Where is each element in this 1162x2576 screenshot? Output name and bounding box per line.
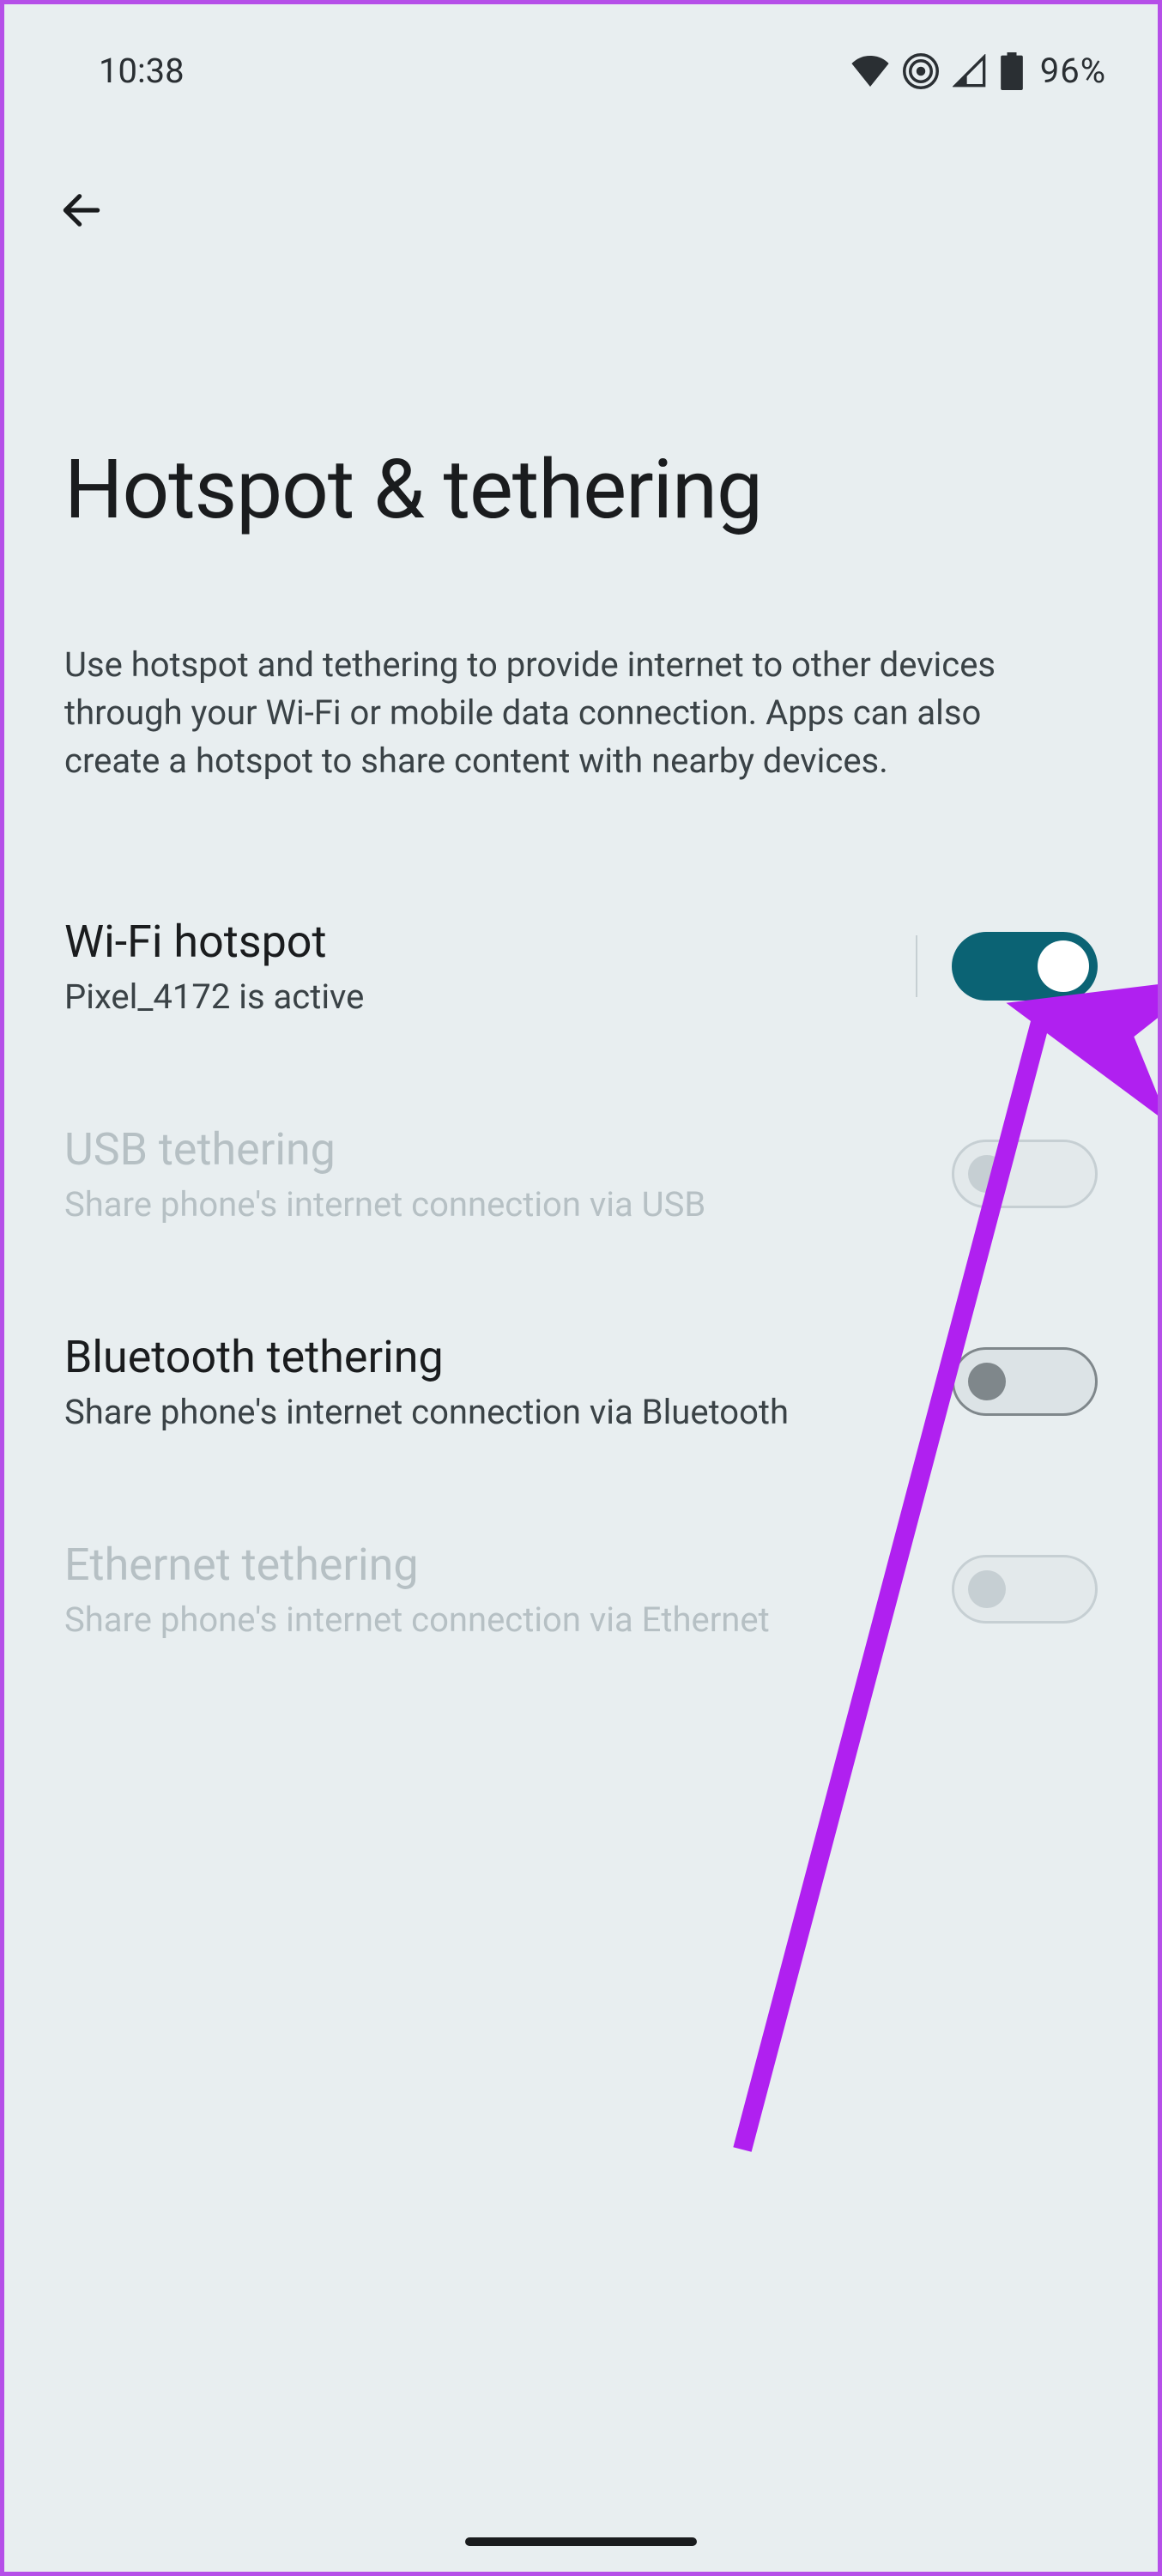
status-time: 10:38 xyxy=(99,51,185,91)
settings-list: Wi-Fi hotspot Pixel_4172 is active USB t… xyxy=(4,785,1158,1667)
bluetooth-tethering-toggle[interactable] xyxy=(952,1347,1098,1416)
setting-title: USB tethering xyxy=(64,1123,952,1176)
setting-wifi-hotspot[interactable]: Wi-Fi hotspot Pixel_4172 is active xyxy=(4,888,1158,1044)
hotspot-icon xyxy=(903,53,939,89)
status-icons: 96% xyxy=(851,51,1106,91)
setting-subtitle: Share phone's internet connection via Bl… xyxy=(64,1392,952,1432)
navigation-pill[interactable] xyxy=(465,2537,697,2546)
setting-title: Wi-Fi hotspot xyxy=(64,916,899,968)
ethernet-tethering-toggle xyxy=(952,1555,1098,1624)
setting-title: Ethernet tethering xyxy=(64,1539,952,1591)
battery-percentage: 96% xyxy=(1040,51,1106,91)
wifi-hotspot-toggle[interactable] xyxy=(952,932,1098,1001)
back-button[interactable] xyxy=(47,176,116,245)
setting-subtitle: Share phone's internet connection via Et… xyxy=(64,1599,952,1640)
page-title: Hotspot & tethering xyxy=(4,245,1158,538)
setting-subtitle: Share phone's internet connection via US… xyxy=(64,1184,952,1225)
page-description: Use hotspot and tethering to provide int… xyxy=(4,538,1060,785)
setting-ethernet-tethering: Ethernet tethering Share phone's interne… xyxy=(4,1511,1158,1667)
usb-tethering-toggle xyxy=(952,1140,1098,1208)
wifi-icon xyxy=(851,56,889,87)
setting-bluetooth-tethering[interactable]: Bluetooth tethering Share phone's intern… xyxy=(4,1303,1158,1460)
setting-usb-tethering: USB tethering Share phone's internet con… xyxy=(4,1096,1158,1252)
setting-title: Bluetooth tethering xyxy=(64,1331,952,1383)
status-bar: 10:38 96% xyxy=(4,4,1158,107)
battery-icon xyxy=(1001,52,1023,90)
arrow-left-icon xyxy=(57,186,106,234)
signal-icon xyxy=(953,54,987,88)
divider xyxy=(916,935,917,997)
setting-subtitle: Pixel_4172 is active xyxy=(64,977,899,1017)
